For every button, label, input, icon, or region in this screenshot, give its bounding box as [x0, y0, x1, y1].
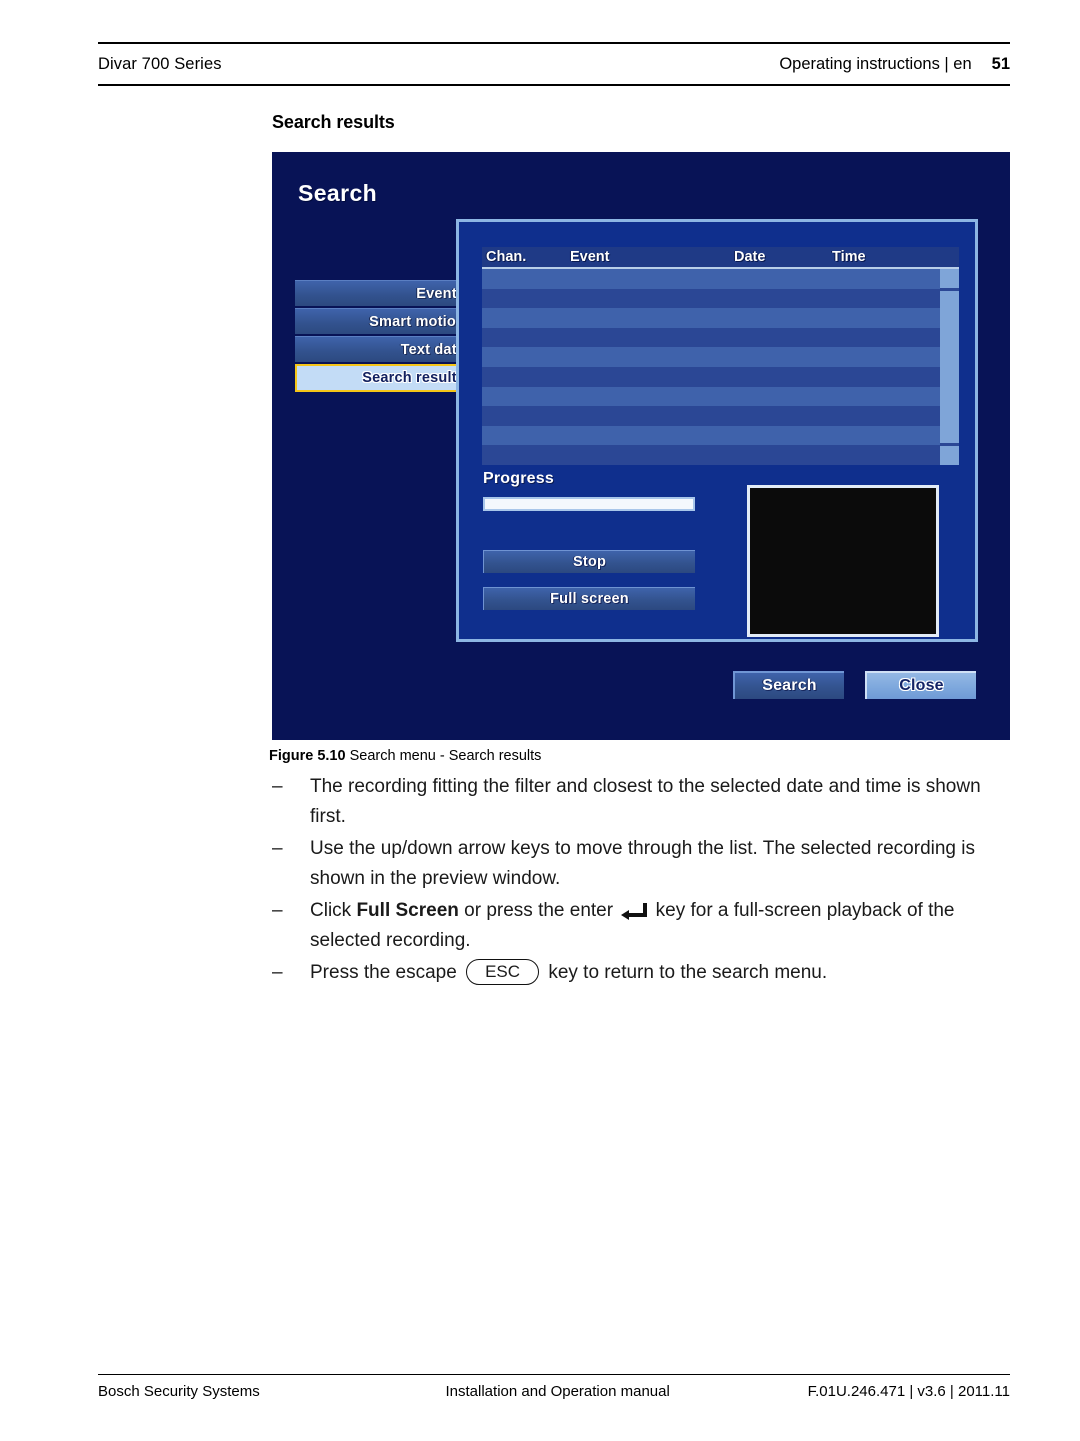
search-button[interactable]: Search [733, 671, 844, 699]
list-item: – The recording fitting the filter and c… [272, 772, 1010, 832]
page-header: Divar 700 Series Operating instructions … [98, 42, 1010, 86]
menu-item-text-data[interactable]: Text data [295, 336, 479, 362]
footer-manual-title: Installation and Operation manual [445, 1383, 670, 1400]
page-footer: Bosch Security Systems Installation and … [98, 1374, 1010, 1400]
figure-label: Figure 5.10 [269, 748, 346, 764]
table-row[interactable] [482, 347, 959, 367]
header-page-number: 51 [991, 54, 1010, 73]
list-item: – Press the escape ESC key to return to … [272, 958, 1010, 988]
table-row[interactable] [482, 386, 959, 407]
text-segment: Click [310, 900, 357, 921]
table-row[interactable] [482, 445, 959, 465]
header-product-name: Divar 700 Series [98, 54, 222, 73]
list-item-text: The recording fitting the filter and clo… [310, 776, 981, 827]
scrollbar-thumb[interactable] [940, 291, 959, 443]
list-item: – Use the up/down arrow keys to move thr… [272, 834, 1010, 894]
table-row[interactable] [482, 366, 959, 387]
table-row[interactable] [482, 327, 959, 348]
list-item: – Click Full Screen or press the enter k… [272, 896, 1010, 956]
screen-title: Search [298, 180, 378, 206]
table-scrollbar[interactable] [940, 269, 959, 465]
text-segment: or press the enter [458, 900, 619, 921]
full-screen-button[interactable]: Full screen [483, 587, 695, 610]
figure-caption: Figure 5.10 Search menu - Search results [269, 748, 541, 764]
list-item-text: Click Full Screen or press the enter key… [310, 896, 1010, 956]
bullet-dash: – [272, 900, 283, 921]
stop-button[interactable]: Stop [483, 550, 695, 573]
table-row[interactable] [482, 288, 959, 309]
scroll-up-icon[interactable] [940, 269, 959, 288]
search-menu-screenshot: Search Events Smart motion Text data Sea… [272, 152, 1010, 740]
close-button[interactable]: Close [865, 671, 976, 699]
enter-key-icon [621, 903, 648, 920]
menu-item-search-results[interactable]: Search results [295, 364, 479, 392]
table-body [482, 269, 959, 465]
table-row[interactable] [482, 269, 959, 289]
scroll-down-icon[interactable] [940, 446, 959, 465]
table-row[interactable] [482, 425, 959, 446]
header-doc-type: Operating instructions | en [779, 54, 972, 73]
instruction-list: – The recording fitting the filter and c… [272, 772, 1010, 990]
header-right-group: Operating instructions | en 51 [779, 55, 1010, 74]
footer-document-id: F.01U.246.471 | v3.6 | 2011.11 [807, 1383, 1010, 1400]
search-menu-list: Events Smart motion Text data Search res… [295, 280, 479, 394]
progress-bar [483, 497, 695, 511]
figure-caption-text: Search menu - Search results [349, 748, 542, 764]
menu-item-smart-motion[interactable]: Smart motion [295, 308, 479, 334]
full-screen-emphasis: Full Screen [356, 900, 459, 921]
bullet-dash: – [272, 838, 283, 859]
bullet-dash: – [272, 962, 283, 983]
table-row[interactable] [482, 406, 959, 426]
preview-window[interactable] [747, 485, 939, 637]
list-item-text: Use the up/down arrow keys to move throu… [310, 838, 975, 889]
column-header-chan[interactable]: Chan. [482, 249, 566, 265]
progress-bar-fill [485, 499, 693, 509]
page-title: Search results [272, 112, 395, 132]
table-row[interactable] [482, 308, 959, 328]
menu-item-events[interactable]: Events [295, 280, 479, 306]
column-header-date[interactable]: Date [730, 249, 828, 265]
search-results-table: Chan. Event Date Time [482, 247, 959, 465]
column-header-event[interactable]: Event [566, 249, 730, 265]
bullet-dash: – [272, 776, 283, 797]
esc-keycap: ESC [466, 959, 540, 985]
table-header-row: Chan. Event Date Time [482, 247, 959, 269]
text-segment: Press the escape [310, 962, 463, 983]
text-segment: key to return to the search menu. [543, 962, 828, 983]
progress-label: Progress [483, 470, 554, 487]
list-item-text: Press the escape ESC key to return to th… [310, 958, 1010, 988]
footer-company: Bosch Security Systems [98, 1383, 260, 1400]
search-results-panel: Chan. Event Date Time Progress Stop Full… [456, 219, 978, 642]
column-header-time[interactable]: Time [828, 249, 959, 265]
